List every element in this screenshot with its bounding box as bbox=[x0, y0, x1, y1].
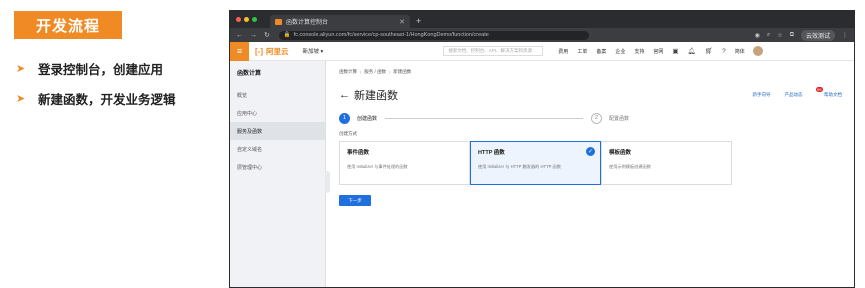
card-description: 使用 Initializer 与 HTTP 触发器的 HTTP 函数 bbox=[478, 164, 561, 169]
breadcrumb-item: 新建函数 bbox=[393, 69, 412, 74]
step-2-circle: 2 bbox=[591, 112, 603, 124]
sidebar: 函数计算 概览 应用中心 服务及函数 自定义域名 层管理中心 bbox=[230, 61, 330, 287]
new-tab-icon[interactable]: + bbox=[416, 16, 421, 26]
bullet-text: 登录控制台，创建应用 bbox=[38, 62, 164, 77]
back-arrow-icon[interactable]: ← bbox=[236, 32, 243, 39]
console-top-bar: ≡ [-] 阿里云 新加坡 ▾ 搜索文档、控制台、API、解决方案和资源 费用 … bbox=[230, 41, 854, 61]
browser-toolbar-right: ◉ ⌕ ☆ ⧉ 云效测试 ⋮ bbox=[748, 29, 848, 41]
checkmark-icon: ✓ bbox=[586, 147, 595, 156]
hamburger-menu-icon[interactable]: ≡ bbox=[230, 41, 249, 61]
console-search-input[interactable]: 搜索文档、控制台、API、解决方案和资源 bbox=[443, 46, 544, 56]
browser-window: 函数计算控制台 ✕ + ← → ↻ 🔒 fc.console.aliyun.co… bbox=[229, 10, 855, 288]
star-icon[interactable]: ☆ bbox=[777, 32, 782, 39]
bullet-text: 新建函数，开发业务逻辑 bbox=[38, 92, 176, 107]
card-description: 使用示例模板创建函数 bbox=[609, 164, 651, 169]
step-2-label: 配置函数 bbox=[609, 115, 630, 122]
template-function-card[interactable]: 模板函数 使用示例模板创建函数 bbox=[601, 141, 732, 185]
next-step-button[interactable]: 下一步 bbox=[339, 195, 371, 206]
console-body: 函数计算 概览 应用中心 服务及函数 自定义域名 层管理中心 函数计算 / 服务… bbox=[230, 61, 854, 287]
browser-menu-icon[interactable]: ⋮ bbox=[842, 32, 848, 39]
browser-tab-title: 函数计算控制台 bbox=[286, 20, 329, 26]
http-function-card[interactable]: HTTP 函数 使用 Initializer 与 HTTP 触发器的 HTTP … bbox=[470, 141, 601, 185]
card-title: 事件函数 bbox=[347, 150, 370, 156]
bullet-item: ➤ 新建函数，开发业务逻辑 bbox=[16, 88, 176, 108]
main-content: 函数计算 / 服务 / 函数 / 新建函数 新手向导 产品动态 99 帮助文档 ←… bbox=[326, 61, 854, 287]
url-text: fc.console.aliyun.com/fc/service/cp-sout… bbox=[293, 32, 489, 38]
region-selector[interactable]: 新加坡 ▾ bbox=[303, 47, 324, 55]
sidebar-item-app-center[interactable]: 应用中心 bbox=[230, 104, 325, 122]
sidebar-item-layers[interactable]: 层管理中心 bbox=[230, 158, 325, 176]
docs-link[interactable]: 帮助文档 bbox=[824, 92, 842, 98]
extensions-puzzle-icon[interactable]: ⧉ bbox=[790, 32, 794, 39]
guide-link[interactable]: 新手向导 bbox=[753, 92, 771, 98]
zoom-icon[interactable]: ⌕ bbox=[767, 32, 770, 39]
step-connector bbox=[385, 117, 584, 119]
url-field[interactable]: 🔒 fc.console.aliyun.com/fc/service/cp-so… bbox=[278, 30, 589, 40]
news-link[interactable]: 产品动态 99 bbox=[778, 87, 823, 98]
browser-tab-bar: 函数计算控制台 ✕ + bbox=[230, 11, 854, 28]
arrow-bullet-icon: ➤ bbox=[16, 92, 26, 105]
page-title-text: 新建函数 bbox=[354, 90, 398, 102]
maximize-window-dot[interactable] bbox=[252, 17, 257, 22]
brand-name: 阿里云 bbox=[266, 46, 289, 56]
nav-item[interactable]: 备案 bbox=[596, 48, 606, 55]
slide-bullets: ➤ 登录控制台，创建应用 ➤ 新建函数，开发业务逻辑 bbox=[16, 58, 176, 118]
step-1-label: 创建函数 bbox=[357, 115, 378, 122]
event-function-card[interactable]: 事件函数 使用 Initializer 与事件处理的函数 bbox=[339, 141, 470, 185]
news-link-label: 产品动态 bbox=[784, 92, 803, 97]
help-icon[interactable]: ? bbox=[722, 48, 726, 55]
nav-item[interactable]: 费用 bbox=[558, 48, 568, 55]
browser-tab[interactable]: 函数计算控制台 ✕ bbox=[270, 15, 410, 28]
bell-icon[interactable]: 🔔︎ bbox=[688, 47, 696, 55]
address-bar: ← → ↻ 🔒 fc.console.aliyun.com/fc/service… bbox=[230, 28, 854, 42]
aliyun-brand-mark-icon: [-] bbox=[255, 46, 263, 56]
terminal-icon[interactable]: ▣ bbox=[672, 47, 678, 55]
card-title: 模板函数 bbox=[609, 150, 632, 156]
nav-item[interactable]: 官网 bbox=[653, 48, 663, 55]
step-indicator: 1 创建函数 2 配置函数 bbox=[339, 111, 854, 125]
arrow-bullet-icon: ➤ bbox=[16, 62, 26, 75]
step-1-circle: 1 bbox=[339, 112, 350, 124]
header-links: 新手向导 产品动态 99 帮助文档 bbox=[746, 87, 842, 98]
slide-page: 开发流程 ➤ 登录控制台，创建应用 ➤ 新建函数，开发业务逻辑 函数计算控制台 … bbox=[0, 0, 865, 288]
profile-button[interactable]: 云效测试 bbox=[800, 29, 835, 41]
close-window-dot[interactable] bbox=[236, 17, 241, 22]
nav-item[interactable]: 支持 bbox=[634, 48, 644, 55]
sidebar-title: 函数计算 bbox=[237, 71, 262, 77]
nav-item[interactable]: 工单 bbox=[577, 48, 587, 55]
breadcrumb-item[interactable]: 服务 / 函数 bbox=[364, 69, 386, 75]
cart-icon[interactable]: 🛒︎ bbox=[705, 47, 713, 55]
sidebar-item-custom-domains[interactable]: 自定义域名 bbox=[230, 140, 325, 158]
back-arrow-icon[interactable]: ← bbox=[339, 89, 350, 101]
language-switch[interactable]: 简体 bbox=[735, 48, 745, 55]
nav-item[interactable]: 企业 bbox=[615, 48, 625, 55]
breadcrumb: 函数计算 / 服务 / 函数 / 新建函数 bbox=[339, 66, 854, 78]
breadcrumb-separator: / bbox=[389, 69, 391, 75]
extension-icon[interactable]: ◉ bbox=[755, 32, 760, 39]
creation-method-label: 创建方式 bbox=[339, 131, 357, 136]
avatar[interactable] bbox=[752, 46, 763, 56]
creation-method-cards: 事件函数 使用 Initializer 与事件处理的函数 HTTP 函数 使用 … bbox=[339, 141, 854, 185]
sidebar-item-services-functions[interactable]: 服务及函数 bbox=[230, 122, 325, 140]
close-tab-icon[interactable]: ✕ bbox=[399, 18, 405, 26]
reload-icon[interactable]: ↻ bbox=[264, 31, 270, 39]
console-top-nav: 费用 工单 备案 企业 支持 官网 ▣ 🔔︎ 🛒︎ ? 简体 bbox=[549, 46, 768, 56]
lock-icon: 🔒 bbox=[283, 32, 291, 38]
slide-title: 开发流程 bbox=[14, 11, 122, 39]
news-badge: 99 bbox=[815, 87, 823, 92]
breadcrumb-separator: / bbox=[360, 69, 362, 75]
aliyun-favicon-icon bbox=[275, 18, 282, 25]
bullet-item: ➤ 登录控制台，创建应用 bbox=[16, 58, 176, 78]
aliyun-logo[interactable]: [-] 阿里云 bbox=[255, 46, 289, 57]
minimize-window-dot[interactable] bbox=[244, 17, 249, 22]
card-description: 使用 Initializer 与事件处理的函数 bbox=[347, 164, 408, 169]
sidebar-item-overview[interactable]: 概览 bbox=[230, 86, 325, 104]
breadcrumb-item[interactable]: 函数计算 bbox=[339, 69, 357, 75]
forward-arrow-icon[interactable]: → bbox=[250, 32, 257, 39]
card-title: HTTP 函数 bbox=[478, 150, 505, 156]
